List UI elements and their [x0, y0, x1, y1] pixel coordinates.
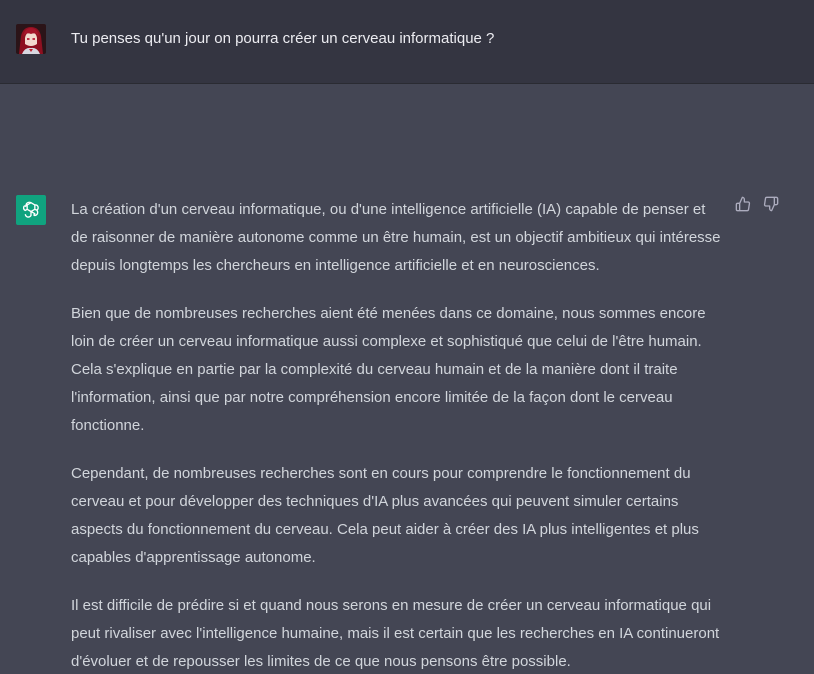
feedback-buttons [735, 196, 779, 212]
conversation: Tu penses qu'un jour on pourra créer un … [0, 0, 814, 674]
assistant-paragraph-3: Cependant, de nombreuses recherches sont… [71, 465, 699, 566]
user-message-text: Tu penses qu'un jour on pourra créer un … [71, 30, 495, 47]
assistant-paragraph-1: La création d'un cerveau informatique, o… [71, 201, 721, 274]
assistant-paragraph-2: Bien que de nombreuses recherches aient … [71, 305, 706, 434]
openai-logo-icon [16, 195, 46, 225]
thumbs-up-icon[interactable] [735, 196, 751, 212]
assistant-message: La création d'un cerveau informatique, o… [0, 84, 814, 674]
user-message: Tu penses qu'un jour on pourra créer un … [0, 0, 814, 84]
user-avatar [16, 24, 46, 54]
assistant-paragraph-4: Il est difficile de prédire si et quand … [71, 597, 720, 670]
thumbs-down-icon[interactable] [763, 196, 779, 212]
assistant-message-text: La création d'un cerveau informatique, o… [71, 196, 721, 674]
